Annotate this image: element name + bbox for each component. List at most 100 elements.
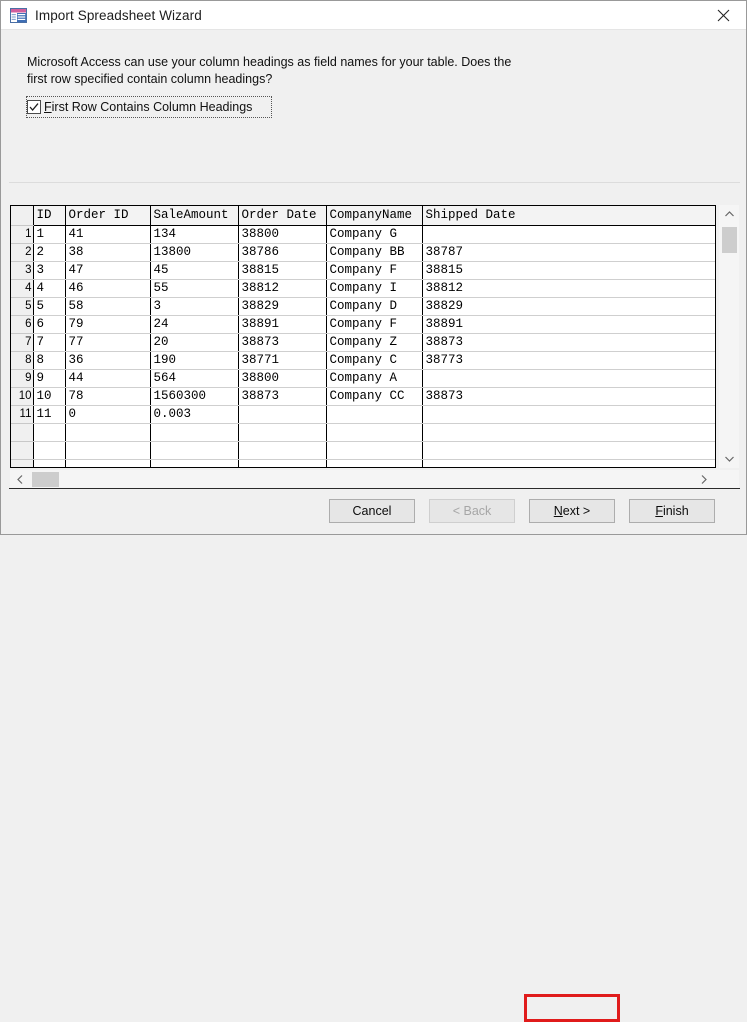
cell-company-name[interactable]: [326, 405, 422, 423]
cell-order-date[interactable]: 38891: [238, 315, 326, 333]
horizontal-scrollbar[interactable]: [10, 470, 739, 488]
cell-order-date[interactable]: 38786: [238, 243, 326, 261]
cell-order-date[interactable]: [238, 405, 326, 423]
cell-order-id[interactable]: [65, 423, 150, 441]
cell-company-name[interactable]: Company C: [326, 351, 422, 369]
next-button[interactable]: Next >: [529, 499, 615, 523]
cell-sale-amount[interactable]: 3: [150, 297, 238, 315]
row-number-cell[interactable]: 4: [11, 279, 33, 297]
column-header-company-name[interactable]: CompanyName: [326, 206, 422, 225]
row-number-cell[interactable]: 9: [11, 369, 33, 387]
cancel-button[interactable]: Cancel: [329, 499, 415, 523]
cell-sale-amount[interactable]: [150, 423, 238, 441]
cell-id[interactable]: 9: [33, 369, 65, 387]
scroll-down-button[interactable]: [719, 450, 739, 468]
row-number-cell[interactable]: 3: [11, 261, 33, 279]
cell-shipped-date[interactable]: 38812: [422, 279, 715, 297]
cell-shipped-date[interactable]: 38873: [422, 333, 715, 351]
cell-shipped-date[interactable]: [422, 369, 715, 387]
cell-shipped-date[interactable]: 38787: [422, 243, 715, 261]
cell-order-id[interactable]: 44: [65, 369, 150, 387]
cell-company-name[interactable]: Company I: [326, 279, 422, 297]
cell-shipped-date[interactable]: 38829: [422, 297, 715, 315]
cell-order-date[interactable]: [238, 459, 326, 468]
cell-order-date[interactable]: 38812: [238, 279, 326, 297]
scroll-up-button[interactable]: [719, 205, 739, 223]
cell-id[interactable]: [33, 459, 65, 468]
cell-order-id[interactable]: 78: [65, 387, 150, 405]
cell-company-name[interactable]: Company Z: [326, 333, 422, 351]
column-header-order-id[interactable]: Order ID: [65, 206, 150, 225]
cell-shipped-date[interactable]: 38773: [422, 351, 715, 369]
cell-company-name[interactable]: Company A: [326, 369, 422, 387]
cell-id[interactable]: 7: [33, 333, 65, 351]
cell-id[interactable]: 5: [33, 297, 65, 315]
cell-sale-amount[interactable]: 13800: [150, 243, 238, 261]
cell-order-id[interactable]: 46: [65, 279, 150, 297]
cell-company-name[interactable]: [326, 441, 422, 459]
cell-company-name[interactable]: [326, 459, 422, 468]
row-number-cell[interactable]: 1: [11, 225, 33, 243]
cell-shipped-date[interactable]: [422, 225, 715, 243]
cell-shipped-date[interactable]: [422, 459, 715, 468]
cell-shipped-date[interactable]: 38873: [422, 387, 715, 405]
cell-sale-amount[interactable]: 24: [150, 315, 238, 333]
scroll-left-button[interactable]: [11, 470, 29, 488]
cell-company-name[interactable]: [326, 423, 422, 441]
cell-id[interactable]: 2: [33, 243, 65, 261]
row-number-cell[interactable]: 5: [11, 297, 33, 315]
cell-sale-amount[interactable]: [150, 441, 238, 459]
cell-shipped-date[interactable]: 38815: [422, 261, 715, 279]
row-number-cell[interactable]: 8: [11, 351, 33, 369]
cell-id[interactable]: 3: [33, 261, 65, 279]
cell-company-name[interactable]: Company BB: [326, 243, 422, 261]
cell-order-date[interactable]: 38771: [238, 351, 326, 369]
cell-order-id[interactable]: 36: [65, 351, 150, 369]
scroll-right-button[interactable]: [695, 470, 713, 488]
row-number-cell[interactable]: [11, 423, 33, 441]
column-header-id[interactable]: ID: [33, 206, 65, 225]
vertical-scrollbar[interactable]: [719, 205, 739, 468]
checkbox-box[interactable]: [27, 100, 41, 114]
cell-shipped-date[interactable]: [422, 441, 715, 459]
cell-id[interactable]: 4: [33, 279, 65, 297]
row-number-cell[interactable]: [11, 441, 33, 459]
cell-order-date[interactable]: 38829: [238, 297, 326, 315]
cell-order-date[interactable]: [238, 423, 326, 441]
first-row-contains-column-headings-checkbox[interactable]: First Row Contains Column Headings: [26, 96, 272, 118]
cell-order-id[interactable]: [65, 441, 150, 459]
cell-id[interactable]: [33, 423, 65, 441]
row-number-cell[interactable]: [11, 459, 33, 468]
cell-shipped-date[interactable]: [422, 405, 715, 423]
cell-order-id[interactable]: 77: [65, 333, 150, 351]
row-number-cell[interactable]: 10: [11, 387, 33, 405]
column-header-shipped-date[interactable]: Shipped Date: [422, 206, 715, 225]
cell-order-id[interactable]: 38: [65, 243, 150, 261]
cell-order-id[interactable]: 0: [65, 405, 150, 423]
cell-sale-amount[interactable]: 55: [150, 279, 238, 297]
cell-order-id[interactable]: 41: [65, 225, 150, 243]
cell-id[interactable]: 10: [33, 387, 65, 405]
cell-company-name[interactable]: Company CC: [326, 387, 422, 405]
cell-order-id[interactable]: 58: [65, 297, 150, 315]
cell-sale-amount[interactable]: 1560300: [150, 387, 238, 405]
cell-order-id[interactable]: 79: [65, 315, 150, 333]
row-number-cell[interactable]: 7: [11, 333, 33, 351]
finish-button[interactable]: Finish: [629, 499, 715, 523]
cell-sale-amount[interactable]: [150, 459, 238, 468]
cell-order-date[interactable]: 38873: [238, 387, 326, 405]
cell-order-id[interactable]: 47: [65, 261, 150, 279]
cell-sale-amount[interactable]: 45: [150, 261, 238, 279]
cell-shipped-date[interactable]: [422, 423, 715, 441]
cell-company-name[interactable]: Company F: [326, 261, 422, 279]
cell-company-name[interactable]: Company F: [326, 315, 422, 333]
cell-order-date[interactable]: 38800: [238, 369, 326, 387]
cell-id[interactable]: [33, 441, 65, 459]
cell-sale-amount[interactable]: 190: [150, 351, 238, 369]
cell-sale-amount[interactable]: 20: [150, 333, 238, 351]
cell-shipped-date[interactable]: 38891: [422, 315, 715, 333]
cell-company-name[interactable]: Company G: [326, 225, 422, 243]
cell-order-date[interactable]: [238, 441, 326, 459]
cell-id[interactable]: 6: [33, 315, 65, 333]
close-button[interactable]: [700, 1, 746, 29]
